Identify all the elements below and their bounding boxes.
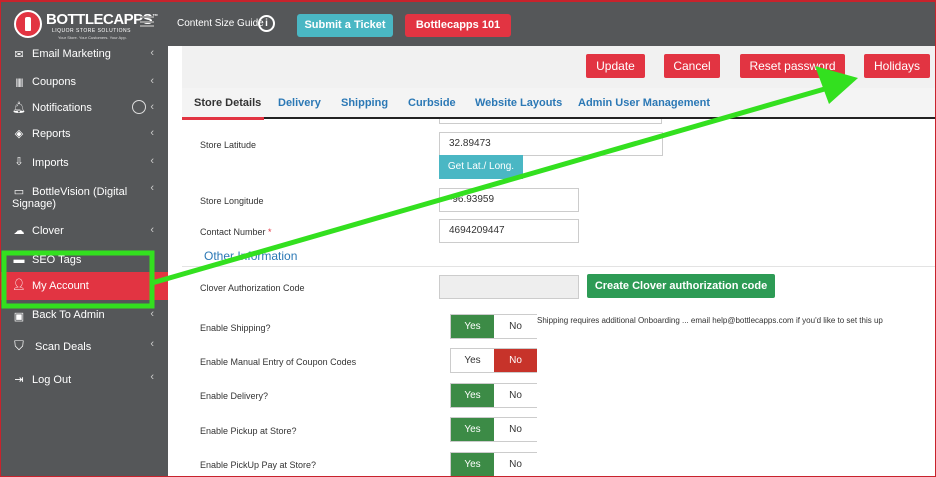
get-lat-long-button[interactable]: Get Lat./ Long. [439, 155, 523, 179]
logout-icon: ⇥ [14, 374, 24, 386]
store-longitude-label: Store Longitude [200, 196, 264, 206]
top-bar: BOTTLECAPPS™ LIQUOR STORE SOLUTIONS Your… [0, 0, 936, 46]
sidebar-item-coupons[interactable]: ||||| Coupons ‹ [0, 70, 168, 94]
scrolled-field-edge [439, 119, 662, 124]
enable-manual-coupon-label: Enable Manual Entry of Coupon Codes [200, 357, 357, 367]
sidebar: ✉ Email Marketing ‹ ||||| Coupons ‹ 🔔︎ N… [0, 46, 168, 477]
no-option[interactable]: No [494, 384, 537, 407]
chevron-left-icon: ‹ [150, 371, 154, 383]
chevron-left-icon: ‹ [150, 338, 154, 350]
bell-icon: 🔔︎ [12, 102, 26, 114]
store-latitude-input[interactable]: 32.89473 [439, 132, 663, 156]
clover-auth-input[interactable] [439, 275, 579, 299]
sidebar-item-notifications[interactable]: 🔔︎ Notifications ‹ [0, 96, 168, 120]
no-option[interactable]: No [494, 453, 537, 476]
chevron-left-icon: ‹ [150, 127, 154, 139]
other-information-heading: Other Information [204, 249, 298, 263]
update-button[interactable]: Update [586, 54, 645, 78]
no-option[interactable]: No [494, 315, 537, 338]
content-size-guide-link[interactable]: Content Size Guide [177, 18, 264, 29]
clover-auth-label: Clover Authorization Code [200, 283, 305, 293]
bottlecapps-logo[interactable]: BOTTLECAPPS™ LIQUOR STORE SOLUTIONS Your… [14, 8, 158, 42]
yes-option[interactable]: Yes [451, 349, 494, 372]
no-option[interactable]: No [494, 349, 537, 372]
enable-pickup-pay-toggle[interactable]: Yes No [450, 452, 537, 477]
info-icon[interactable]: i [258, 15, 275, 32]
barcode-icon: ||||| [15, 77, 24, 87]
tab-curbside[interactable]: Curbside [408, 97, 456, 109]
no-option[interactable]: No [494, 418, 537, 441]
logo-tagline: LIQUOR STORE SOLUTIONS [52, 28, 131, 34]
sidebar-item-log-out[interactable]: ⇥ Log Out ‹ [0, 368, 168, 392]
divider [182, 266, 936, 267]
enable-pickup-pay-label: Enable PickUp Pay at Store? [200, 460, 317, 470]
settings-gear-icon[interactable] [132, 100, 146, 114]
sidebar-item-bottlevision[interactable]: ▭ BottleVision (Digital Signage) ‹ [0, 180, 168, 214]
holidays-button[interactable]: Holidays [864, 54, 930, 78]
menu-toggle-icon[interactable] [140, 16, 154, 27]
chevron-left-icon: ‹ [150, 278, 154, 290]
tab-website-layouts[interactable]: Website Layouts [475, 97, 562, 109]
tag-icon: ▬ [13, 254, 25, 266]
user-icon: 👤︎ [12, 279, 26, 291]
sidebar-item-clover[interactable]: ☁ Clover ‹ [0, 220, 168, 244]
store-latitude-label: Store Latitude [200, 140, 257, 150]
bottle-cap-icon [14, 10, 42, 38]
tab-bar: Store Details Delivery Shipping Curbside… [182, 88, 936, 120]
main-content: Update Cancel Reset password Holidays St… [182, 46, 936, 477]
chevron-left-icon: ‹ [150, 101, 154, 113]
shipping-note: Shipping requires additional Onboarding … [537, 316, 883, 325]
import-icon: ⇩ [14, 156, 24, 168]
sidebar-item-my-account[interactable]: 👤︎ My Account ‹ [0, 272, 168, 300]
create-clover-auth-button[interactable]: Create Clover authorization code [587, 274, 775, 298]
enable-delivery-label: Enable Delivery? [200, 391, 269, 401]
sidebar-item-imports[interactable]: ⇩ Imports ‹ [0, 150, 168, 174]
admin-icon: ▣ [13, 311, 25, 323]
enable-shipping-toggle[interactable]: Yes No [450, 314, 537, 339]
yes-option[interactable]: Yes [451, 315, 494, 338]
chevron-left-icon: ‹ [150, 182, 154, 194]
yes-option[interactable]: Yes [451, 384, 494, 407]
chevron-left-icon: ‹ [150, 47, 154, 59]
chevron-left-icon: ‹ [150, 155, 154, 167]
sidebar-item-reports[interactable]: ◈ Reports ‹ [0, 122, 168, 146]
contact-number-label: Contact Number * [200, 227, 272, 237]
sidebar-item-email-marketing[interactable]: ✉ Email Marketing ‹ [0, 46, 168, 64]
enable-manual-coupon-toggle[interactable]: Yes No [450, 348, 537, 373]
tab-admin-user-management[interactable]: Admin User Management [578, 97, 710, 109]
sidebar-item-back-to-admin[interactable]: ▣ Back To Admin ‹ [0, 304, 168, 328]
cancel-button[interactable]: Cancel [664, 54, 720, 78]
chevron-left-icon: ‹ [150, 224, 154, 236]
reset-password-button[interactable]: Reset password [740, 54, 845, 78]
logo-subtagline: Your Store. Your Customers. Your App. [58, 35, 127, 40]
bottlecapps-101-button[interactable]: Bottlecapps 101 [405, 14, 511, 37]
tab-delivery[interactable]: Delivery [278, 97, 321, 109]
active-tab-indicator [182, 117, 264, 120]
sidebar-item-scan-deals[interactable]: ⛉ Scan Deals ‹ [0, 334, 168, 360]
store-longitude-input[interactable]: -96.93959 [439, 188, 579, 212]
cloud-icon: ☁ [13, 225, 25, 237]
yes-option[interactable]: Yes [451, 453, 494, 476]
contact-number-input[interactable]: 4694209447 [439, 219, 579, 243]
yes-option[interactable]: Yes [451, 418, 494, 441]
enable-pickup-toggle[interactable]: Yes No [450, 417, 537, 442]
enable-shipping-label: Enable Shipping? [200, 323, 271, 333]
envelope-icon: ✉ [14, 49, 24, 61]
sidebar-item-seo-tags[interactable]: ▬ SEO Tags [0, 250, 168, 274]
tags-icon: ⛉ [14, 338, 24, 353]
tab-shipping[interactable]: Shipping [341, 97, 388, 109]
chevron-left-icon: ‹ [150, 308, 154, 320]
enable-delivery-toggle[interactable]: Yes No [450, 383, 537, 408]
tab-store-details[interactable]: Store Details [194, 97, 261, 109]
enable-pickup-label: Enable Pickup at Store? [200, 426, 297, 436]
layers-icon: ◈ [14, 128, 24, 140]
submit-ticket-button[interactable]: Submit a Ticket [297, 14, 393, 37]
chevron-left-icon: ‹ [150, 75, 154, 87]
action-bar: Update Cancel Reset password Holidays [182, 46, 936, 88]
